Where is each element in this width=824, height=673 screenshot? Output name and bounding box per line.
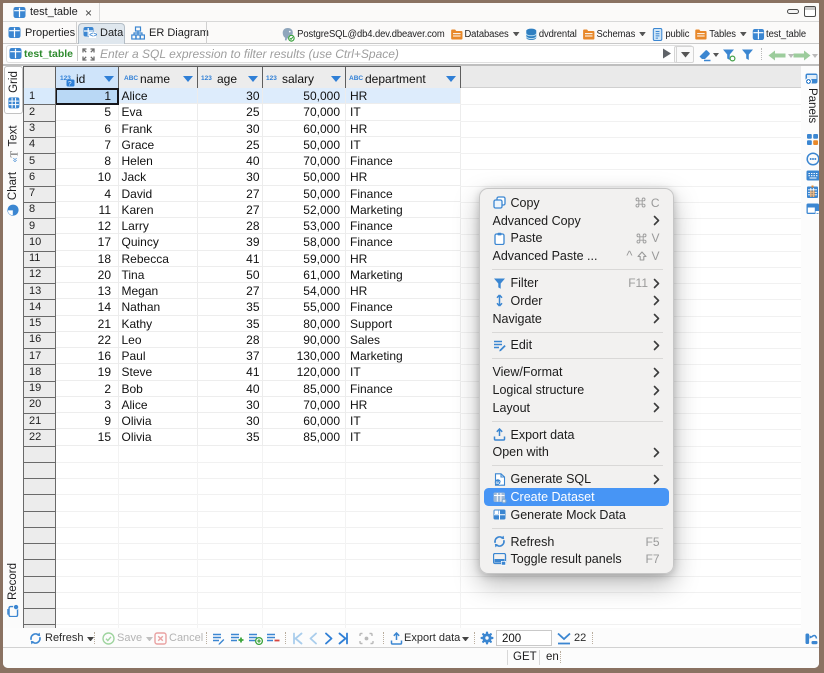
svg-text:T: T — [9, 150, 20, 157]
svg-text:SQL: SQL — [496, 481, 504, 485]
svg-text:?: ? — [68, 80, 72, 87]
svg-text:«: « — [10, 157, 20, 162]
svg-text:<>: <> — [89, 32, 97, 38]
